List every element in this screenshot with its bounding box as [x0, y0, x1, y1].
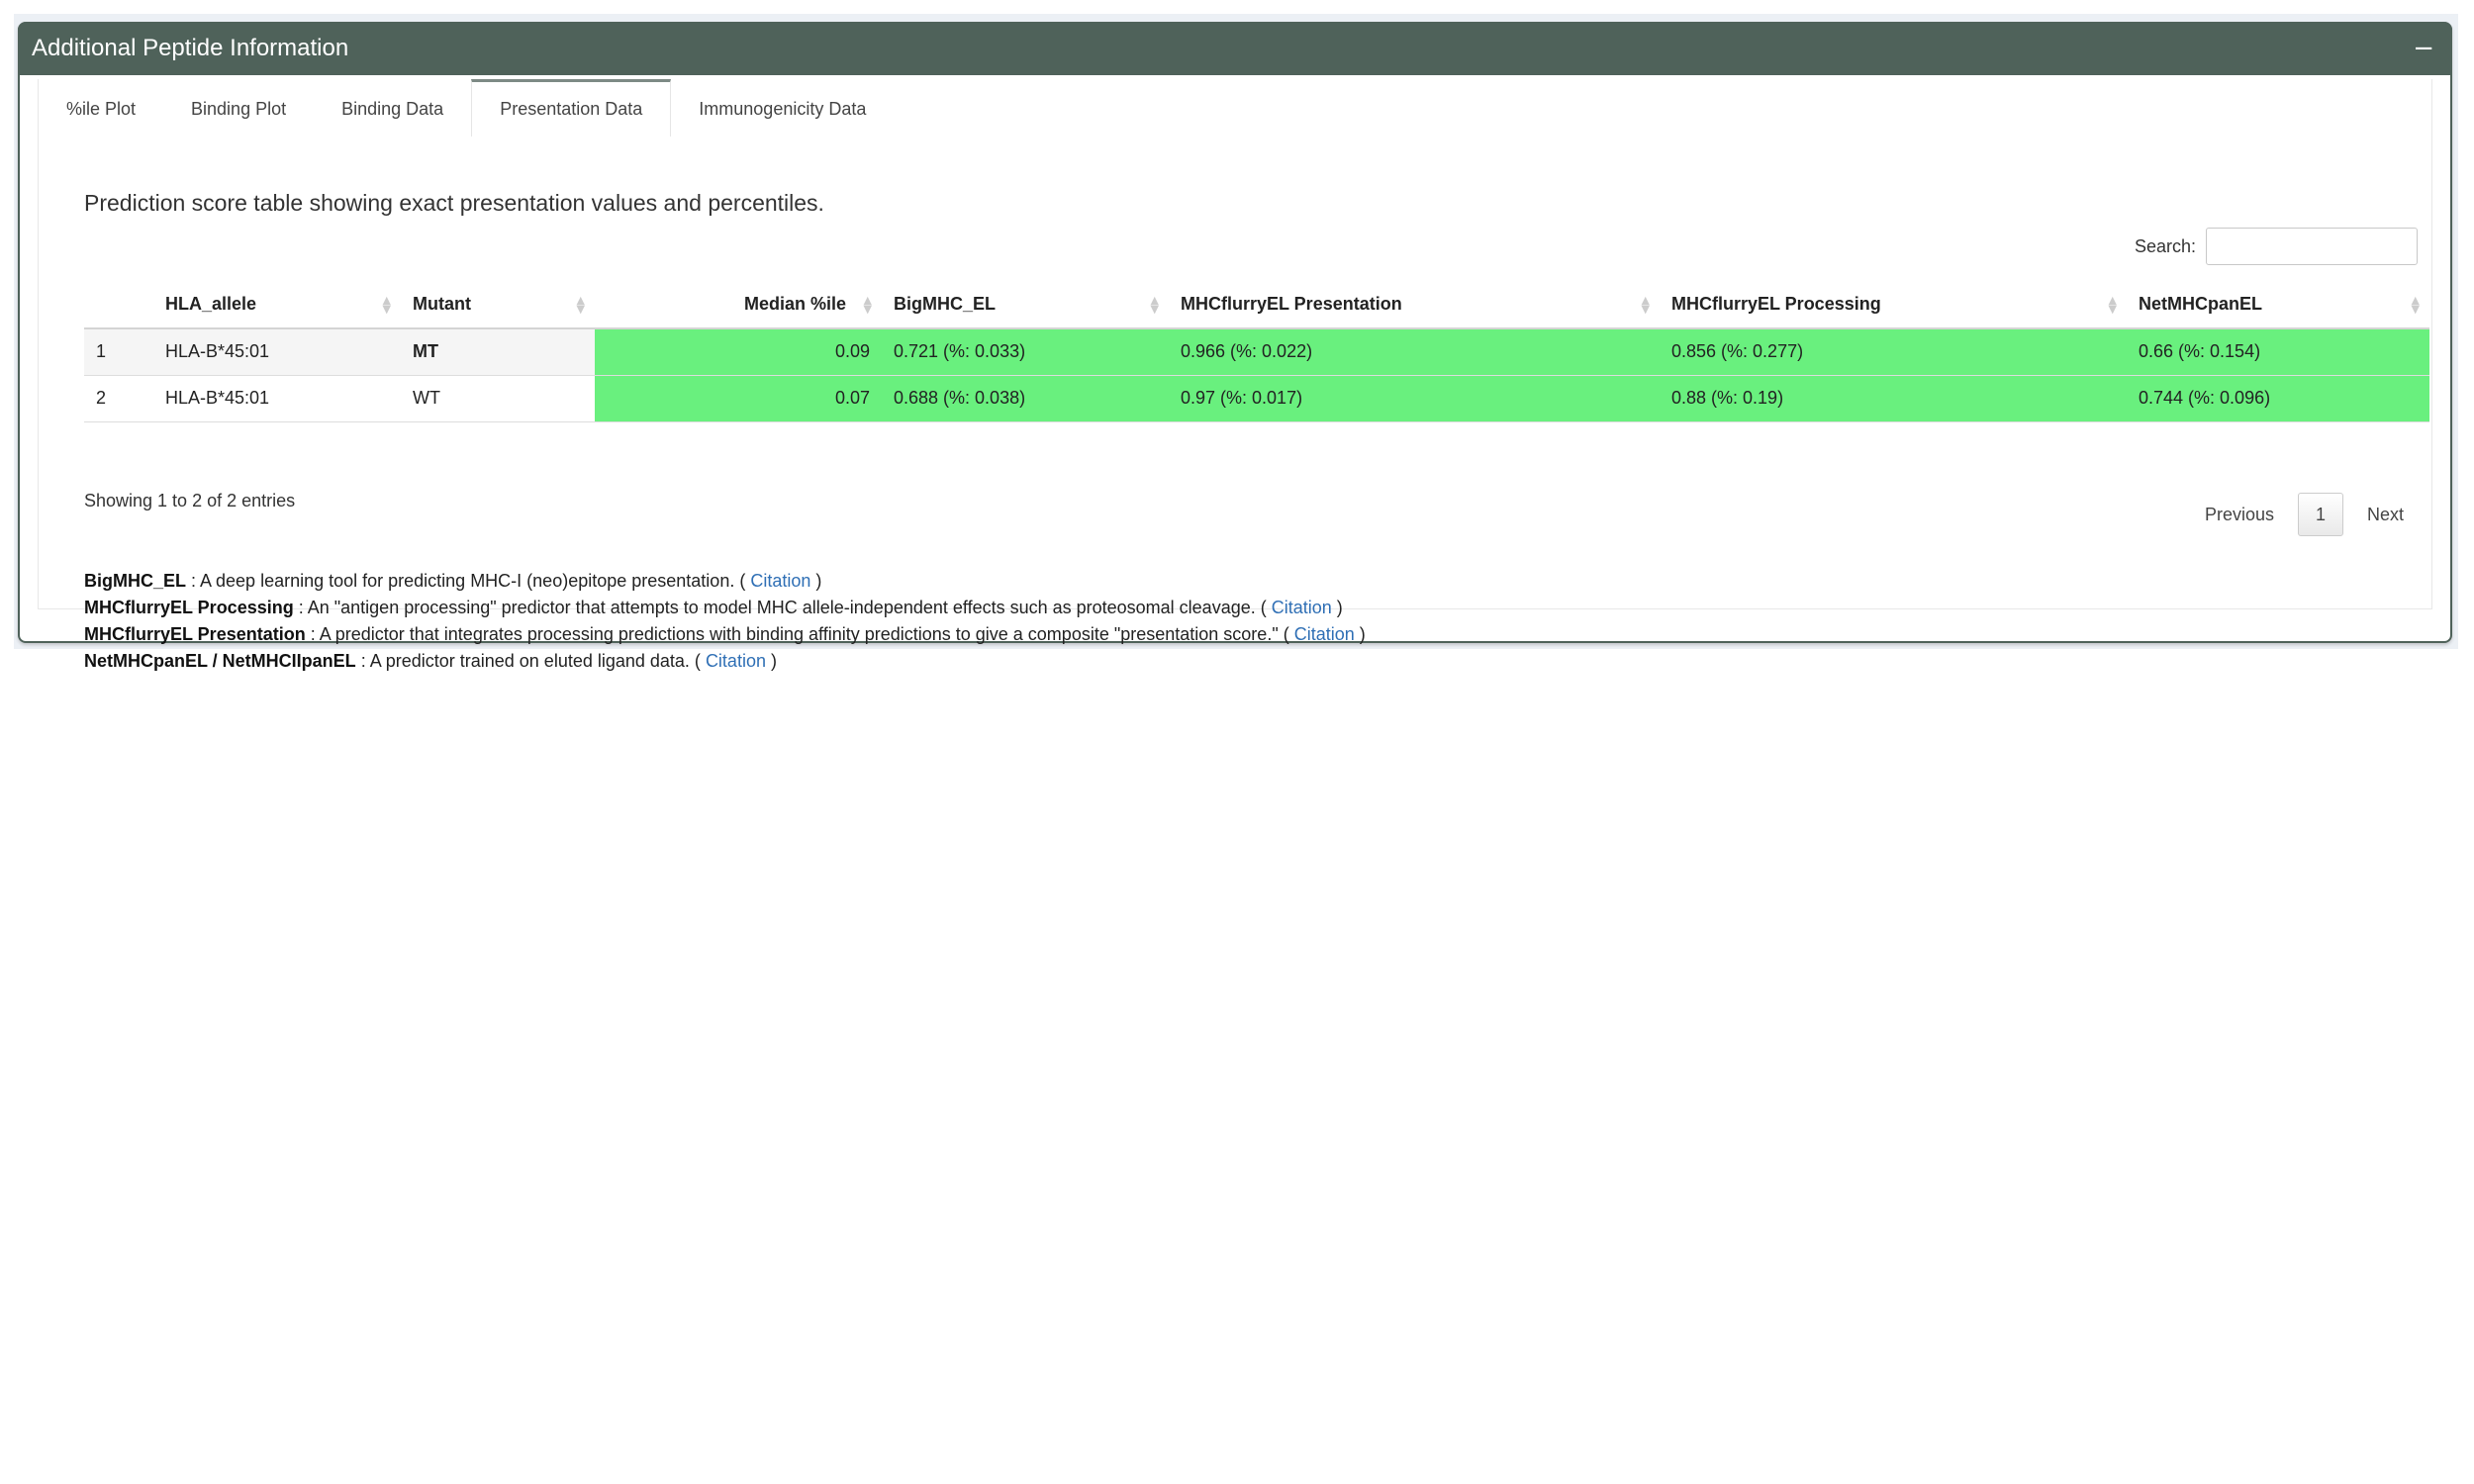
collapse-button[interactable]: − — [2409, 34, 2438, 63]
sort-icon: ▲ ▼ — [1150, 293, 1159, 316]
note-end: ) — [815, 571, 822, 591]
column-header-label: BigMHC_EL — [894, 294, 996, 314]
note-end: ) — [1359, 624, 1366, 644]
note-netmhcpan-el: NetMHCpanEL / NetMHCIIpanEL : A predicto… — [84, 648, 1366, 675]
tab-bar: %ile Plot Binding Plot Binding Data Pres… — [39, 79, 2433, 137]
sort-icon: ▲ ▼ — [2108, 293, 2117, 316]
cell-index: 1 — [84, 328, 153, 376]
column-header-label: Median %ile — [743, 294, 846, 314]
method-notes: BigMHC_EL : A deep learning tool for pre… — [84, 568, 1366, 675]
column-header-mhcflurry-processing[interactable]: MHCflurryEL Processing ▲ ▼ — [1660, 281, 2127, 329]
table-description: Prediction score table showing exact pre… — [84, 190, 824, 216]
sort-icon: ▲ ▼ — [863, 293, 872, 316]
cell-index: 2 — [84, 375, 153, 422]
column-header-label: HLA_allele — [165, 294, 257, 314]
column-header-mutant[interactable]: Mutant ▲ ▼ — [401, 281, 595, 329]
tab-binding-plot[interactable]: Binding Plot — [163, 79, 314, 137]
cell-bigmhc-el: 0.721 (%: 0.033) — [882, 328, 1169, 376]
sort-icon: ▲ ▼ — [2411, 293, 2420, 316]
presentation-table: HLA_allele ▲ ▼ Mutant ▲ ▼ Median %ile ▲ ▼ — [84, 281, 2429, 422]
note-text: : A predictor that integrates processing… — [305, 624, 1289, 644]
cell-netmhcpan-el: 0.744 (%: 0.096) — [2127, 375, 2429, 422]
column-header-hla-allele[interactable]: HLA_allele ▲ ▼ — [153, 281, 401, 329]
table-header-row: HLA_allele ▲ ▼ Mutant ▲ ▼ Median %ile ▲ ▼ — [84, 281, 2429, 329]
search-label: Search: — [2134, 235, 2196, 256]
previous-page-button[interactable]: Previous — [2191, 505, 2288, 525]
cell-median-percentile: 0.07 — [595, 375, 882, 422]
note-bigmhc-el: BigMHC_EL : A deep learning tool for pre… — [84, 568, 1366, 595]
cell-hla-allele: HLA-B*45:01 — [153, 328, 401, 376]
tab-panel-container: %ile Plot Binding Plot Binding Data Pres… — [38, 79, 2433, 671]
cell-bigmhc-el: 0.688 (%: 0.038) — [882, 375, 1169, 422]
note-text: : A predictor trained on eluted ligand d… — [355, 651, 701, 671]
citation-link[interactable]: Citation — [706, 651, 766, 671]
cell-median-percentile: 0.09 — [595, 328, 882, 376]
column-header-label: MHCflurryEL Processing — [1671, 294, 1881, 314]
search-input[interactable] — [2206, 228, 2418, 265]
note-name: NetMHCpanEL / NetMHCIIpanEL — [84, 651, 356, 671]
note-mhcflurry-presentation: MHCflurryEL Presentation : A predictor t… — [84, 621, 1366, 648]
note-name: MHCflurryEL Processing — [84, 598, 294, 617]
page-frame: Additional Peptide Information − %ile Pl… — [14, 14, 2458, 671]
box-title: Additional Peptide Information — [32, 35, 349, 61]
peptide-info-box: Additional Peptide Information − %ile Pl… — [18, 22, 2452, 671]
cell-mhcflurry-processing: 0.856 (%: 0.277) — [1660, 328, 2127, 376]
page-1-button[interactable]: 1 — [2297, 493, 2343, 536]
citation-link[interactable]: Citation — [750, 571, 810, 591]
column-header-mhcflurry-presentation[interactable]: MHCflurryEL Presentation ▲ ▼ — [1169, 281, 1660, 329]
note-name: BigMHC_EL — [84, 571, 186, 591]
column-header-label: NetMHCpanEL — [2139, 294, 2262, 314]
tab-percentile-plot[interactable]: %ile Plot — [39, 79, 163, 137]
note-end: ) — [1336, 598, 1343, 617]
box-header: Additional Peptide Information − — [18, 22, 2452, 75]
column-header-label: Mutant — [413, 294, 471, 314]
column-header-index — [84, 281, 153, 329]
search-box: Search: — [2135, 228, 2418, 265]
cell-hla-allele: HLA-B*45:01 — [153, 375, 401, 422]
column-header-netmhcpan-el[interactable]: NetMHCpanEL ▲ ▼ — [2127, 281, 2429, 329]
cell-mhcflurry-presentation: 0.97 (%: 0.017) — [1169, 375, 1660, 422]
note-text: : A deep learning tool for predicting MH… — [186, 571, 746, 591]
citation-link[interactable]: Citation — [1294, 624, 1355, 644]
column-header-label: MHCflurryEL Presentation — [1181, 294, 1402, 314]
note-name: MHCflurryEL Presentation — [84, 624, 306, 644]
table-row[interactable]: 1 HLA-B*45:01 MT 0.09 0.721 (%: 0.033) 0… — [84, 328, 2429, 376]
table-info: Showing 1 to 2 of 2 entries — [84, 491, 296, 510]
note-mhcflurry-processing: MHCflurryEL Processing : An "antigen pro… — [84, 595, 1366, 621]
table-row[interactable]: 2 HLA-B*45:01 WT 0.07 0.688 (%: 0.038) 0… — [84, 375, 2429, 422]
next-page-button[interactable]: Next — [2353, 505, 2418, 525]
pagination: Previous 1 Next — [2191, 493, 2418, 536]
sort-icon: ▲ ▼ — [382, 293, 391, 316]
cell-mhcflurry-processing: 0.88 (%: 0.19) — [1660, 375, 2127, 422]
note-text: : An "antigen processing" predictor that… — [293, 598, 1267, 617]
cell-mhcflurry-presentation: 0.966 (%: 0.022) — [1169, 328, 1660, 376]
column-header-bigmhc-el[interactable]: BigMHC_EL ▲ ▼ — [882, 281, 1169, 329]
cell-netmhcpan-el: 0.66 (%: 0.154) — [2127, 328, 2429, 376]
tab-binding-data[interactable]: Binding Data — [314, 79, 471, 137]
tab-immunogenicity-data[interactable]: Immunogenicity Data — [671, 79, 894, 137]
sort-icon: ▲ ▼ — [576, 293, 585, 316]
tab-presentation-data[interactable]: Presentation Data — [471, 79, 672, 137]
cell-mutant: WT — [401, 375, 595, 422]
column-header-median-percentile[interactable]: Median %ile ▲ ▼ — [595, 281, 882, 329]
citation-link[interactable]: Citation — [1272, 598, 1332, 617]
sort-icon: ▲ ▼ — [1641, 293, 1650, 316]
note-end: ) — [770, 651, 777, 671]
cell-mutant: MT — [401, 328, 595, 376]
